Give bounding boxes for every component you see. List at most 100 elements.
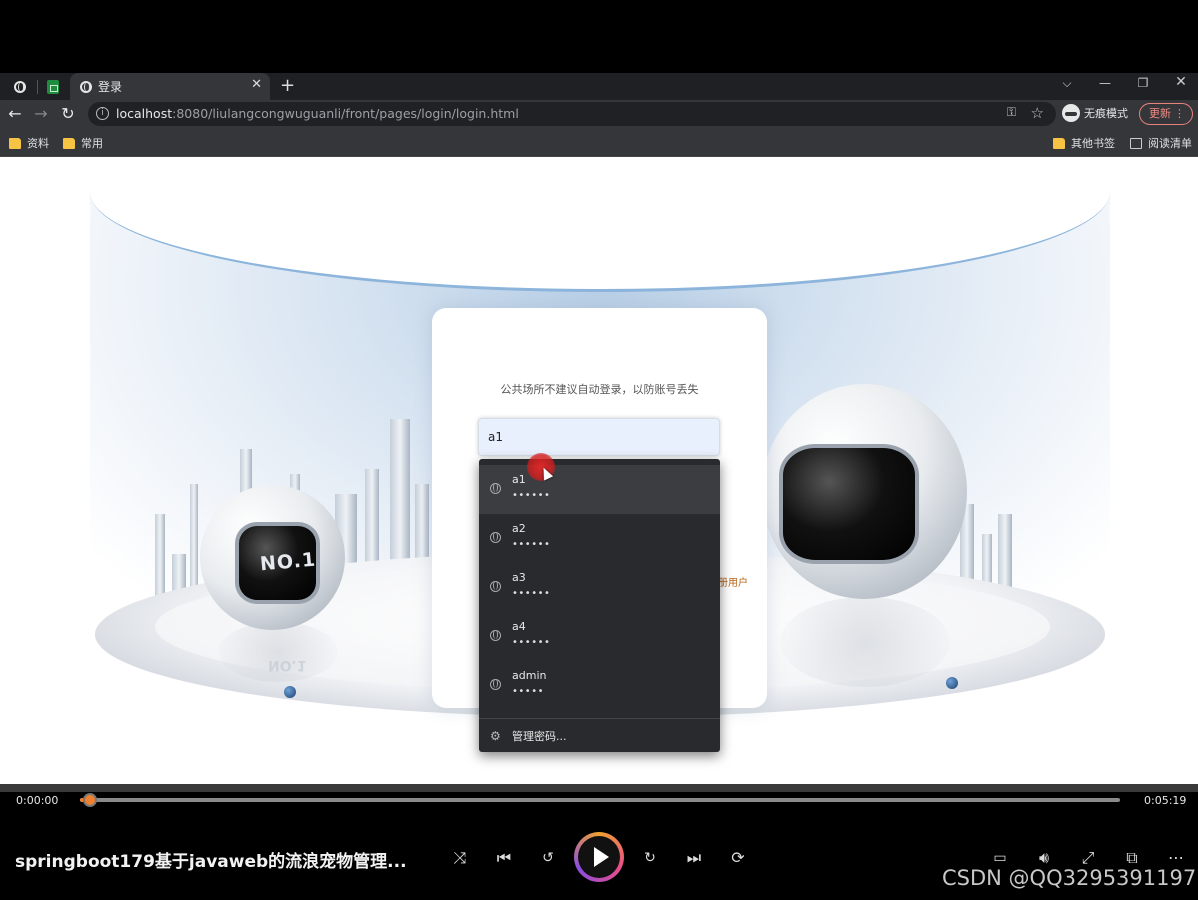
- key-icon[interactable]: ⚿: [1007, 105, 1016, 120]
- video-player-bar: 0:00:00 0:05:19 springboot179基于javaweb的流…: [0, 784, 1198, 900]
- seek-bar[interactable]: [80, 793, 1120, 807]
- bookmarks-bar: 资料 常用 其他书签 阅读清单: [0, 128, 1198, 157]
- autofill-item[interactable]: admin •••••: [479, 661, 720, 710]
- browser-toolbar: ← → ↻ i localhost:8080/liulangcongwuguan…: [0, 100, 1198, 128]
- reading-list[interactable]: 阅读清单: [1130, 135, 1192, 151]
- tab-search-button[interactable]: [10, 77, 30, 97]
- register-link[interactable]: 册用户: [718, 574, 748, 589]
- autofill-password: ••••••: [512, 637, 551, 648]
- duration: 0:05:19: [1144, 794, 1187, 807]
- update-label: 更新: [1149, 107, 1171, 120]
- autofill-password: ••••••: [512, 539, 551, 550]
- reading-list-icon: [1130, 137, 1142, 149]
- username-input[interactable]: [478, 418, 720, 456]
- play-icon: [578, 836, 620, 878]
- pinned-tab-sheets[interactable]: [43, 77, 63, 97]
- mini-player-icon[interactable]: ⧉: [1119, 848, 1145, 868]
- bookmark-folder-common[interactable]: 常用: [63, 135, 103, 151]
- more-icon[interactable]: ⋮: [1174, 104, 1185, 124]
- autofill-item[interactable]: a1 ••••••: [479, 465, 720, 514]
- globe-icon: [80, 81, 92, 93]
- autofill-username: a3: [512, 571, 526, 584]
- autofill-username: a2: [512, 522, 526, 535]
- more-options-icon[interactable]: ⋯: [1163, 848, 1189, 868]
- url-text[interactable]: localhost:8080/liulangcongwuguanli/front…: [116, 106, 519, 121]
- platform-light: [284, 686, 296, 698]
- minimize-icon[interactable]: —: [1090, 76, 1120, 90]
- globe-icon: [490, 532, 501, 543]
- window-close-icon[interactable]: ✕: [1166, 74, 1196, 90]
- robot-reflection: [780, 597, 950, 687]
- folder-icon: [1053, 137, 1065, 149]
- seek-knob[interactable]: [83, 793, 98, 807]
- platform-light: [946, 677, 958, 689]
- subtitles-icon[interactable]: ▭: [987, 848, 1013, 868]
- folder-icon: [63, 137, 75, 149]
- globe-icon: [14, 81, 26, 93]
- star-icon[interactable]: ☆: [1031, 104, 1044, 122]
- incognito-icon: [1062, 104, 1080, 122]
- autofill-password: ••••••: [512, 588, 551, 599]
- watermark: CSDN @QQ3295391197: [942, 866, 1197, 890]
- robot-label-reflection: NO.1: [268, 657, 307, 673]
- current-time: 0:00:00: [16, 794, 59, 807]
- volume-icon[interactable]: 🔊︎: [1031, 848, 1057, 868]
- close-tab-icon[interactable]: ✕: [251, 77, 262, 92]
- autofill-username: a4: [512, 620, 526, 633]
- other-bookmarks[interactable]: 其他书签: [1053, 135, 1115, 151]
- gear-icon: ⚙: [490, 729, 501, 743]
- autofill-item[interactable]: a2 ••••••: [479, 514, 720, 563]
- shuffle-icon[interactable]: ⤨: [447, 848, 473, 868]
- tab-bar: 登录 ✕ + ⌵ — ❐ ✕: [0, 73, 1198, 100]
- robot-reflection: [218, 622, 338, 682]
- incognito-indicator[interactable]: 无痕模式: [1062, 104, 1128, 122]
- reload-icon[interactable]: ↻: [56, 103, 80, 125]
- letterbox-top: [0, 0, 1198, 73]
- previous-icon[interactable]: ⏮: [491, 848, 517, 868]
- new-tab-button[interactable]: +: [280, 75, 295, 97]
- password-autofill-dropdown: a1 •••••• a2 •••••• a3 •••••• a4 •••••• …: [479, 459, 720, 752]
- player-top-strip: [0, 784, 1198, 792]
- play-button[interactable]: [574, 832, 624, 882]
- robot-left: NO.1: [200, 485, 345, 630]
- active-tab[interactable]: 登录 ✕: [70, 73, 270, 100]
- login-notice: 公共场所不建议自动登录，以防账号丢失: [500, 383, 699, 396]
- globe-icon: [490, 581, 501, 592]
- forward-icon[interactable]: →: [29, 103, 53, 125]
- robot-right: [762, 384, 967, 599]
- autofill-item[interactable]: a4 ••••••: [479, 612, 720, 661]
- info-icon[interactable]: i: [96, 107, 109, 120]
- bookmark-label: 其他书签: [1071, 137, 1115, 150]
- forward-30-icon[interactable]: ↻: [637, 848, 663, 868]
- globe-icon: [490, 630, 501, 641]
- repeat-icon[interactable]: ⟳: [725, 848, 751, 868]
- globe-icon: [490, 679, 501, 690]
- fullscreen-icon[interactable]: ⤢: [1075, 848, 1101, 868]
- address-bar[interactable]: i localhost:8080/liulangcongwuguanli/fro…: [88, 102, 1056, 126]
- autofill-username: a1: [512, 473, 526, 486]
- globe-icon: [490, 483, 501, 494]
- bookmark-label: 常用: [81, 137, 103, 150]
- folder-icon: [9, 137, 21, 149]
- tab-divider: [37, 80, 38, 94]
- autofill-username: admin: [512, 669, 547, 682]
- bookmark-label: 阅读清单: [1148, 137, 1192, 150]
- manage-passwords-label: 管理密码...: [512, 730, 567, 743]
- autofill-password: •••••: [512, 686, 544, 697]
- restore-icon[interactable]: ❐: [1128, 76, 1158, 90]
- tab-list-icon[interactable]: ⌵: [1052, 76, 1082, 91]
- bookmark-folder-materials[interactable]: 资料: [9, 135, 49, 151]
- autofill-item[interactable]: a3 ••••••: [479, 563, 720, 612]
- bookmark-label: 资料: [27, 137, 49, 150]
- back-icon[interactable]: ←: [3, 103, 27, 125]
- manage-passwords-item[interactable]: ⚙ 管理密码...: [479, 719, 720, 752]
- video-title: springboot179基于javaweb的流浪宠物管理...: [15, 852, 407, 872]
- incognito-label: 无痕模式: [1084, 107, 1128, 120]
- spreadsheet-icon: [47, 80, 59, 94]
- next-icon[interactable]: ⏭: [681, 848, 707, 868]
- tab-favicon: [76, 77, 96, 97]
- rewind-10-icon[interactable]: ↺: [535, 848, 561, 868]
- update-button[interactable]: 更新 ⋮: [1139, 103, 1193, 125]
- tab-title: 登录: [98, 80, 123, 94]
- robot-visor: [779, 444, 919, 564]
